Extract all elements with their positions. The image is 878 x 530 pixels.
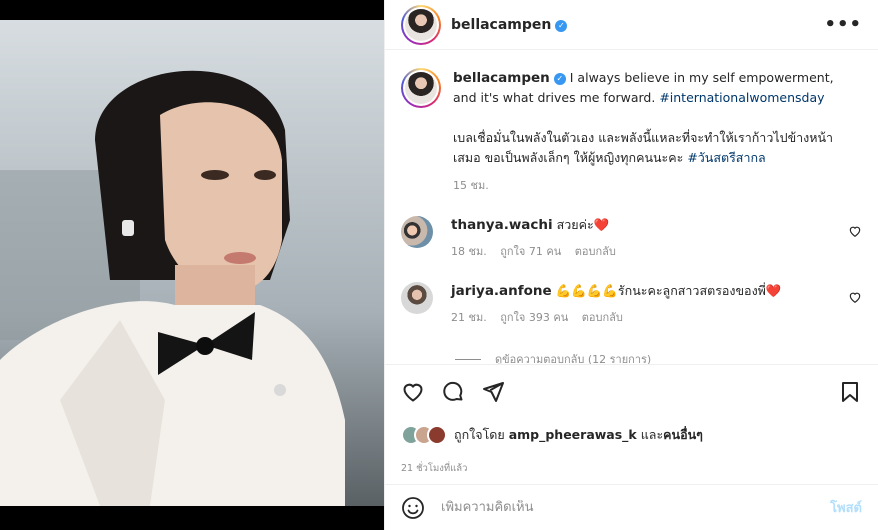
comment-item: jariya.anfone 💪💪💪💪รักนะคะลูกสาวสตรองของพ… <box>401 282 862 326</box>
avatar-image <box>405 8 437 41</box>
caption-thai: เบลเชื่อมั่นในพลังในตัวเอง และพลังนี้แหล… <box>453 130 834 165</box>
comment-time[interactable]: 21 ชม. <box>451 311 487 324</box>
reply-button[interactable]: ตอบกลับ <box>582 311 623 324</box>
comment-meta: 21 ชม. ถูกใจ 393 คน ตอบกลับ <box>451 308 841 326</box>
verified-badge-icon: ✓ <box>555 19 568 32</box>
view-replies-label[interactable]: ดูข้อความตอบกลับ (12 รายการ) <box>495 350 651 364</box>
red-heart-emoji: ❤️ <box>765 283 782 298</box>
comment-icon[interactable] <box>441 380 465 404</box>
caption: bellacampen ✓ I always believe in my self… <box>401 68 862 194</box>
caption-username[interactable]: bellacampen <box>453 70 550 86</box>
verified-badge-icon: ✓ <box>553 73 566 85</box>
post-photo[interactable] <box>0 20 384 506</box>
comment-body: 💪💪💪💪รักนะคะลูกสาวสตรองของพี่ <box>551 283 766 298</box>
commenter-avatar[interactable] <box>401 216 433 248</box>
post-header: bellacampen ✓ ••• <box>385 0 878 50</box>
like-comment-heart-icon[interactable] <box>848 290 862 304</box>
red-heart-emoji: ❤️ <box>593 217 610 232</box>
action-icons <box>401 379 862 405</box>
post-actions: ถูกใจโดย amp_pheerawas_k และคนอื่นๆ 21 ช… <box>385 364 878 476</box>
like-comment-heart-icon[interactable] <box>848 224 862 238</box>
comment-text: thanya.wachi สวยค่ะ❤️ <box>451 216 841 234</box>
comment-likes[interactable]: ถูกใจ 71 คน <box>500 245 561 258</box>
commenter-avatar[interactable] <box>401 282 433 314</box>
liked-by-middle: และ <box>636 427 664 442</box>
caption-text: bellacampen ✓ I always believe in my self… <box>453 68 853 168</box>
caption-time[interactable]: 15 ชม. <box>453 176 853 194</box>
comment-username[interactable]: thanya.wachi <box>451 217 553 233</box>
post-modal: bellacampen ✓ ••• bellacampen ✓ I always b… <box>0 0 878 530</box>
comment-item: thanya.wachi สวยค่ะ❤️ 18 ชม. ถูกใจ 71 คน… <box>401 216 862 260</box>
hashtag-link-thai[interactable]: #วันสตรีสากล <box>687 150 765 165</box>
liked-by-text: ถูกใจโดย amp_pheerawas_k และคนอื่นๆ <box>454 425 703 445</box>
liked-by-user[interactable]: amp_pheerawas_k <box>509 427 637 442</box>
portrait-image <box>0 20 384 506</box>
hashtag-link[interactable]: #internationalwomensday <box>659 90 824 105</box>
save-icon[interactable] <box>838 380 862 404</box>
comments-section: bellacampen ✓ I always believe in my self… <box>385 54 878 364</box>
heart-icon[interactable] <box>401 380 425 404</box>
add-comment-bar: โพสต์ <box>385 484 878 530</box>
comment-meta: 18 ชม. ถูกใจ 71 คน ตอบกลับ <box>451 242 841 260</box>
liked-by-prefix: ถูกใจโดย <box>454 427 509 442</box>
liked-by-others[interactable]: คนอื่นๆ <box>663 427 703 442</box>
post-comment-button[interactable]: โพสต์ <box>830 497 862 518</box>
caption-avatar[interactable] <box>401 68 441 108</box>
liked-by: ถูกใจโดย amp_pheerawas_k และคนอื่นๆ <box>401 425 862 445</box>
post-sidebar: bellacampen ✓ ••• bellacampen ✓ I always b… <box>384 0 878 530</box>
comment-text: jariya.anfone 💪💪💪💪รักนะคะลูกสาวสตรองของพ… <box>451 282 841 300</box>
comment-time[interactable]: 18 ชม. <box>451 245 487 258</box>
post-timestamp[interactable]: 21 ชั่วโมงที่แล้ว <box>401 461 862 476</box>
comment-username[interactable]: jariya.anfone <box>451 283 552 299</box>
liker-avatar[interactable] <box>427 425 447 445</box>
author-username[interactable]: bellacampen ✓ <box>451 17 568 33</box>
comment-likes[interactable]: ถูกใจ 393 คน <box>500 311 568 324</box>
add-comment-input[interactable] <box>441 500 831 515</box>
reply-button[interactable]: ตอบกลับ <box>575 245 616 258</box>
emoji-icon[interactable] <box>401 496 425 520</box>
view-replies-button[interactable]: ดูข้อความตอบกลับ (12 รายการ) <box>455 350 862 364</box>
comment-body: สวยค่ะ <box>552 217 594 232</box>
avatar-image <box>405 72 437 104</box>
replies-divider <box>455 358 481 360</box>
post-media <box>0 0 384 530</box>
more-options-icon[interactable]: ••• <box>824 14 862 35</box>
share-icon[interactable] <box>481 380 505 404</box>
author-avatar[interactable] <box>401 4 441 45</box>
author-username-text[interactable]: bellacampen <box>451 17 551 33</box>
